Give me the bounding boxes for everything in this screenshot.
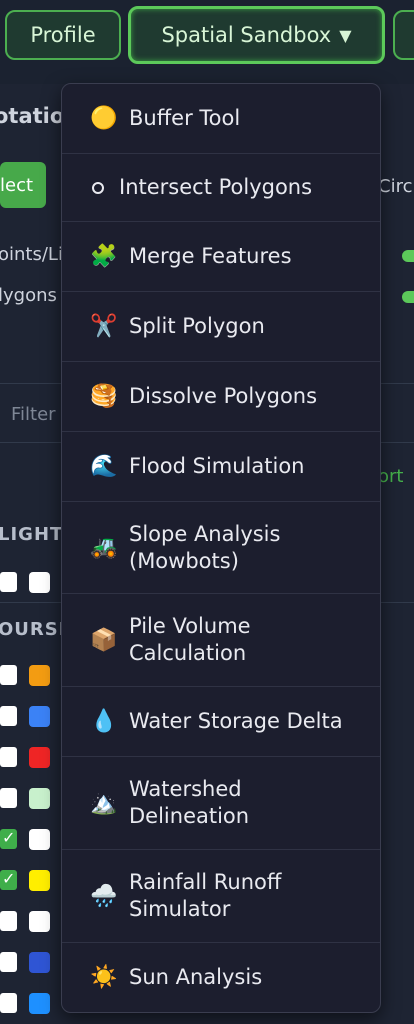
menu-item-label: Slope Analysis (Mowbots) (129, 521, 281, 573)
menu-item-label: Sun Analysis (129, 965, 263, 989)
package-icon: 📦 (90, 627, 118, 653)
select-tool-button[interactable]: lect (0, 162, 46, 208)
layer-color-swatch (29, 788, 50, 809)
menu-item-sun-analysis[interactable]: ☀️ Sun Analysis (62, 943, 380, 1012)
layer-checkbox[interactable] (0, 706, 17, 726)
top-toolbar: Profile Spatial Sandbox ▼ (0, 0, 414, 84)
menu-item-pile-volume[interactable]: 📦 Pile Volume Calculation (62, 594, 380, 687)
menu-item-label: Split Polygon (129, 314, 265, 338)
menu-item-merge-features[interactable]: 🧩 Merge Features (62, 222, 380, 292)
menu-item-rainfall-runoff[interactable]: 🌧️ Rainfall Runoff Simulator (62, 850, 380, 943)
menu-item-label: Water Storage Delta (129, 709, 343, 733)
pancakes-icon: 🥞 (90, 384, 118, 409)
filter-input[interactable]: Filter (11, 404, 56, 425)
menu-item-label: Dissolve Polygons (129, 384, 318, 408)
layer-color-swatch (29, 911, 50, 932)
annotations-heading: otatio (0, 104, 65, 128)
wave-icon: 🌊 (90, 454, 118, 479)
chevron-down-icon: ▼ (339, 25, 352, 45)
next-toolbar-button[interactable] (393, 10, 414, 60)
spatial-sandbox-dropdown-button[interactable]: Spatial Sandbox ▼ (128, 6, 385, 64)
menu-item-split-polygon[interactable]: ✂️ Split Polygon (62, 292, 380, 362)
select-tool-label: lect (0, 174, 34, 196)
sun-icon: ☀️ (90, 965, 118, 990)
profile-button[interactable]: Profile (5, 10, 121, 60)
menu-item-label: Merge Features (129, 244, 292, 268)
import-button[interactable]: ort (378, 466, 403, 487)
menu-item-label: Flood Simulation (129, 454, 305, 478)
menu-item-flood-simulation[interactable]: 🌊 Flood Simulation (62, 432, 380, 502)
tractor-icon: 🚜 (90, 535, 118, 560)
menu-item-intersect-polygons[interactable]: Intersect Polygons (62, 154, 380, 222)
layer-color-swatch (29, 993, 50, 1014)
polygons-label: lygons (0, 285, 57, 306)
polygons-toggle[interactable] (402, 291, 414, 303)
layer-color-swatch (29, 706, 50, 727)
rain-cloud-icon: 🌧️ (90, 883, 118, 909)
small-circle-icon (92, 181, 104, 194)
yellow-circle-icon: 🟡 (90, 106, 118, 131)
profile-button-label: Profile (30, 23, 96, 47)
spatial-sandbox-label: Spatial Sandbox (161, 23, 332, 47)
droplet-icon: 💧 (90, 709, 118, 734)
layer-checkbox[interactable] (0, 665, 17, 685)
scissors-icon: ✂️ (90, 314, 118, 339)
menu-item-dissolve-polygons[interactable]: 🥞 Dissolve Polygons (62, 362, 380, 432)
layer-checkbox[interactable] (0, 911, 17, 931)
menu-item-slope-analysis[interactable]: 🚜 Slope Analysis (Mowbots) (62, 502, 380, 594)
layer-color-swatch (29, 952, 50, 973)
menu-item-label: Rainfall Runoff Simulator (129, 870, 282, 921)
points-lines-label: oints/Li (0, 244, 63, 265)
layer-color-swatch (29, 572, 50, 593)
menu-item-water-storage-delta[interactable]: 💧 Water Storage Delta (62, 687, 380, 757)
layer-checkbox[interactable] (0, 828, 17, 849)
layer-checkbox[interactable] (0, 869, 17, 890)
menu-item-label: Pile Volume Calculation (129, 614, 251, 665)
spatial-sandbox-menu: 🟡 Buffer Tool Intersect Polygons 🧩 Merge… (61, 83, 381, 1013)
section-flight-heading: LIGHT (0, 524, 64, 545)
menu-item-label: Watershed Delineation (129, 777, 250, 828)
menu-item-buffer-tool[interactable]: 🟡 Buffer Tool (62, 84, 380, 154)
layer-color-swatch (29, 870, 50, 891)
layer-checkbox[interactable] (0, 747, 17, 767)
layer-color-swatch (29, 747, 50, 768)
layer-color-swatch (29, 665, 50, 686)
layer-checkbox[interactable] (0, 993, 17, 1013)
layer-checkbox[interactable] (0, 952, 17, 972)
puzzle-piece-icon: 🧩 (90, 244, 118, 269)
menu-item-watershed-delineation[interactable]: 🏔️ Watershed Delineation (62, 757, 380, 850)
menu-item-label: Buffer Tool (129, 106, 241, 130)
circle-tool-label[interactable]: Circ (378, 176, 412, 197)
layer-checkbox[interactable] (0, 572, 17, 592)
menu-item-label: Intersect Polygons (119, 175, 313, 199)
points-lines-toggle[interactable] (402, 250, 414, 262)
layer-color-swatch (29, 829, 50, 850)
layer-checkbox[interactable] (0, 788, 17, 808)
mountain-icon: 🏔️ (90, 790, 118, 816)
